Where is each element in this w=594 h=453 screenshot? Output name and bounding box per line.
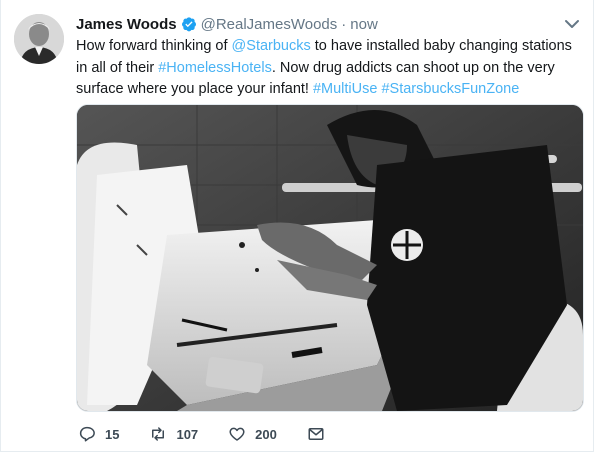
avatar-photo (14, 14, 64, 64)
direct-message-button[interactable] (307, 425, 325, 443)
tweet-header: James Woods @RealJamesWoods · now (76, 14, 378, 34)
separator-dot: · (341, 15, 347, 33)
hashtag-link[interactable]: #StarsbucksFunZone (381, 81, 519, 97)
verified-badge-icon (181, 17, 196, 32)
tweet-text-segment: How forward thinking of (76, 38, 232, 54)
like-count: 200 (255, 426, 277, 442)
envelope-icon (308, 428, 324, 440)
chevron-down-icon[interactable] (563, 16, 581, 32)
reply-button[interactable]: 15 (78, 425, 119, 443)
tweet-photo[interactable] (76, 104, 584, 412)
tweet-text: How forward thinking of @Starbucks to ha… (76, 36, 576, 101)
like-button[interactable]: 200 (228, 425, 277, 443)
heart-icon (229, 427, 245, 441)
retweet-count: 107 (176, 426, 199, 442)
photo-image (77, 105, 583, 411)
retweet-button[interactable]: 107 (149, 425, 198, 443)
hashtag-link[interactable]: #MultiUse (313, 81, 377, 97)
author-name[interactable]: James Woods (76, 16, 177, 33)
author-handle[interactable]: @RealJamesWoods (201, 16, 338, 33)
tweet-actions: 15 107 200 (78, 425, 325, 443)
mention-link[interactable]: @Starbucks (232, 38, 311, 54)
reply-count: 15 (105, 426, 120, 442)
reply-icon (79, 426, 95, 442)
author-avatar[interactable] (14, 14, 64, 64)
hashtag-link[interactable]: #HomelessHotels (158, 60, 272, 76)
tweet-timestamp[interactable]: now (350, 16, 378, 33)
retweet-icon (152, 427, 165, 441)
